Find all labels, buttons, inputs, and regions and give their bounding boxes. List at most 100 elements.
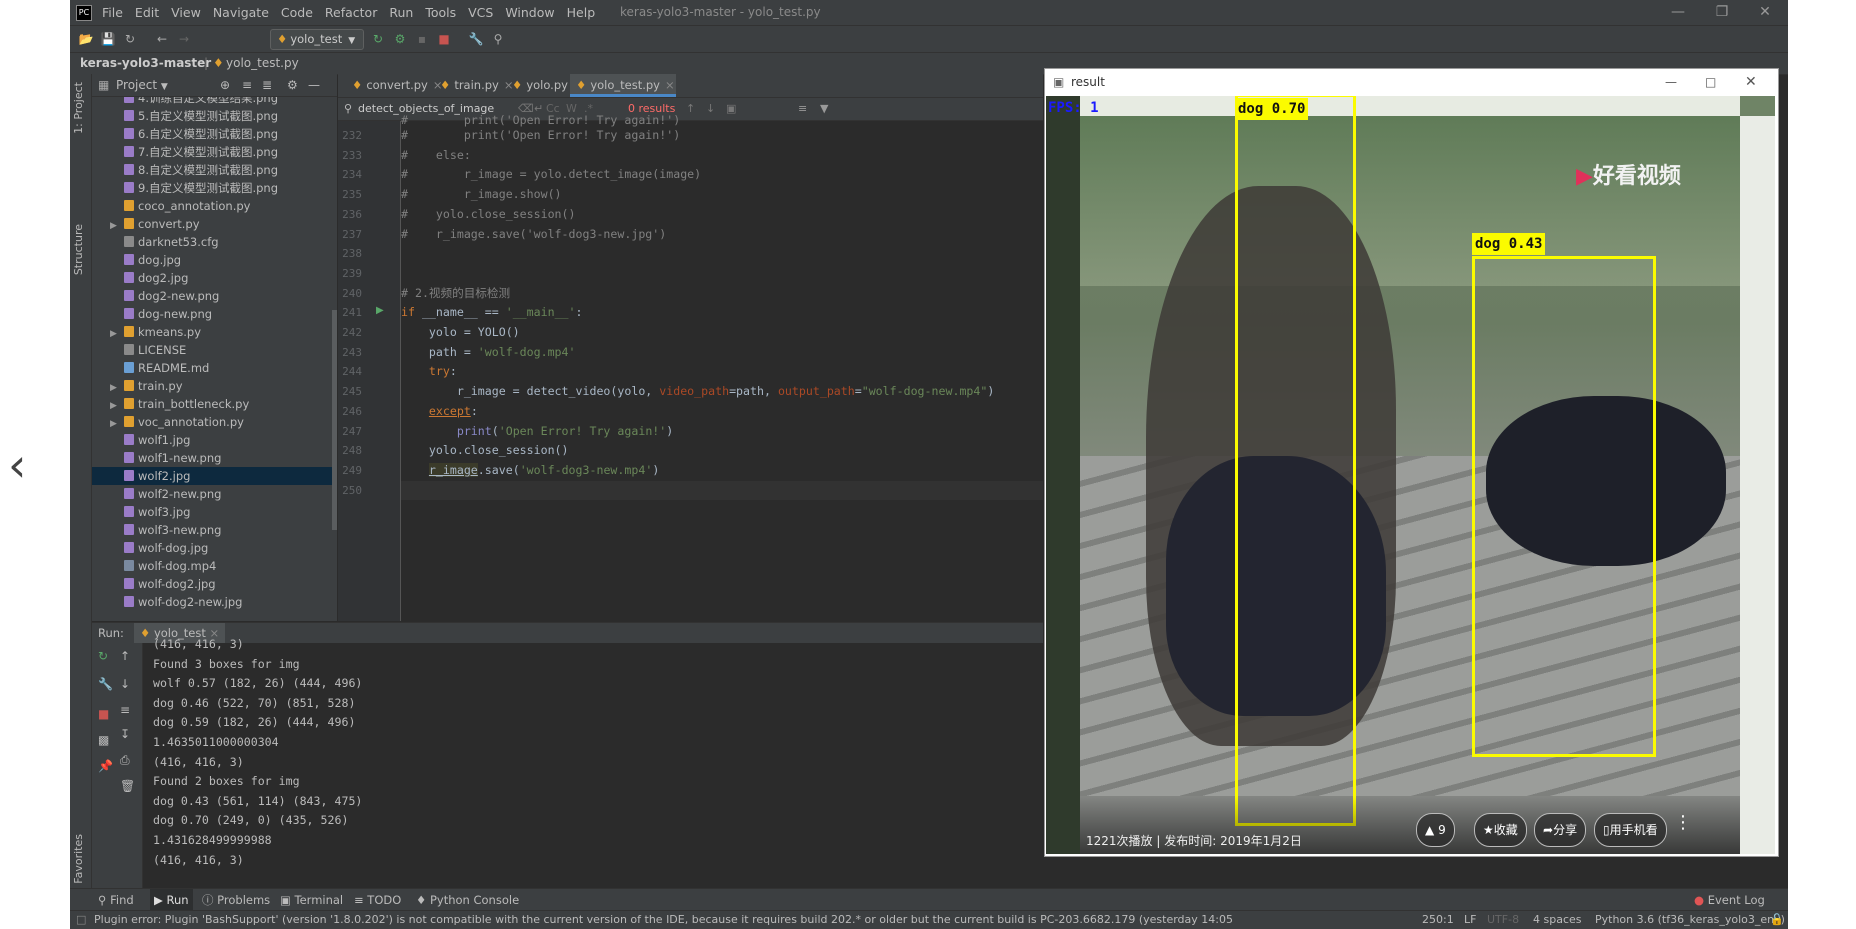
tree-item[interactable]: 9.自定义模型测试截图.png: [92, 179, 337, 197]
run-config-select[interactable]: ♦ yolo_test ▼: [270, 29, 364, 50]
code-editor[interactable]: # print('Open Error! Try again!') # prin…: [401, 113, 1043, 621]
menu-navigate[interactable]: Navigate: [207, 0, 275, 25]
tree-item[interactable]: wolf3-new.png: [92, 521, 337, 539]
filter-icon[interactable]: ▼: [820, 98, 828, 120]
tree-item[interactable]: dog2.jpg: [92, 269, 337, 287]
maximize-icon[interactable]: □: [1705, 69, 1716, 95]
hide-icon[interactable]: —: [308, 74, 320, 96]
tree-item[interactable]: wolf-dog.mp4: [92, 557, 337, 575]
file-encoding[interactable]: UTF-8: [1487, 911, 1519, 929]
up-icon[interactable]: ↑: [120, 649, 130, 663]
interpreter[interactable]: Python 3.6 (tf36_keras_yolo3_env): [1595, 911, 1785, 929]
gear-icon[interactable]: ⚙: [287, 74, 298, 96]
menu-tools[interactable]: Tools: [419, 0, 462, 25]
tree-item[interactable]: dog.jpg: [92, 251, 337, 269]
tree-item[interactable]: ▶ train.py: [92, 377, 337, 395]
wrench-icon[interactable]: 🔧: [468, 31, 484, 47]
tree-item[interactable]: LICENSE: [92, 341, 337, 359]
tree-item[interactable]: 7.自定义模型测试截图.png: [92, 143, 337, 161]
project-tool-tab[interactable]: 1: Project: [72, 82, 85, 134]
menu-run[interactable]: Run: [383, 0, 419, 25]
collapse-all-icon[interactable]: ≣: [262, 74, 272, 96]
tree-item[interactable]: 4.训练自定义模型结果.png: [92, 97, 337, 107]
structure-tool-tab[interactable]: Structure: [72, 224, 85, 275]
restore-icon[interactable]: ❐: [1702, 0, 1742, 25]
forward-icon[interactable]: →: [176, 31, 192, 47]
tree-item[interactable]: ▶ convert.py: [92, 215, 337, 233]
tree-item[interactable]: 6.自定义模型测试截图.png: [92, 125, 337, 143]
pin-icon[interactable]: 📌: [98, 759, 113, 773]
tree-item[interactable]: 8.自定义模型测试截图.png: [92, 161, 337, 179]
tree-item[interactable]: ▶ voc_annotation.py: [92, 413, 337, 431]
project-scrollbar[interactable]: [332, 310, 337, 530]
menu-window[interactable]: Window: [499, 0, 560, 25]
prev-occurrence-icon[interactable]: ↑: [686, 98, 695, 120]
minimize-icon[interactable]: —: [1665, 69, 1677, 95]
menu-refactor[interactable]: Refactor: [319, 0, 383, 25]
expand-all-icon[interactable]: ≡: [242, 74, 252, 96]
rerun-icon[interactable]: ↻: [370, 31, 386, 47]
tree-item[interactable]: wolf1.jpg: [92, 431, 337, 449]
down-icon[interactable]: ↓: [120, 677, 130, 691]
run-tool-button[interactable]: ▶ Run: [150, 889, 193, 911]
menu-help[interactable]: Help: [561, 0, 602, 25]
menu-edit[interactable]: Edit: [129, 0, 165, 25]
open-folder-icon[interactable]: 📂: [78, 31, 94, 47]
run-console[interactable]: (416, 416, 3) Found 3 boxes for img wolf 0…: [143, 637, 1043, 888]
previous-arrow-icon[interactable]: ‹: [8, 440, 38, 490]
back-icon[interactable]: ←: [154, 31, 170, 47]
status-toggle-icon[interactable]: □: [76, 911, 86, 929]
tab-yolo-py[interactable]: ♦yolo.py×: [506, 74, 583, 97]
layout-icon[interactable]: ▩: [98, 733, 109, 747]
next-occurrence-icon[interactable]: ↓: [706, 98, 715, 120]
indent-setting[interactable]: 4 spaces: [1533, 911, 1582, 929]
tree-item[interactable]: wolf-dog2.jpg: [92, 575, 337, 593]
filter-options-icon[interactable]: ≡: [798, 98, 807, 120]
menu-code[interactable]: Code: [275, 0, 319, 25]
tree-item[interactable]: darknet53.cfg: [92, 233, 337, 251]
run-gutter-icon[interactable]: ▶: [376, 305, 384, 316]
tree-item[interactable]: wolf1-new.png: [92, 449, 337, 467]
tree-item[interactable]: dog2-new.png: [92, 287, 337, 305]
trash-icon[interactable]: 🗑: [120, 779, 135, 793]
wrench-icon[interactable]: 🔧: [98, 677, 113, 691]
todo-tool-button[interactable]: ≡ TODO: [354, 889, 401, 911]
breadcrumb-file[interactable]: yolo_test.py: [226, 53, 299, 74]
status-message[interactable]: Plugin error: Plugin 'BashSupport' (vers…: [94, 911, 1234, 929]
menu-file[interactable]: File: [96, 0, 129, 25]
project-view-select[interactable]: Project ▼: [116, 74, 168, 98]
line-separator[interactable]: LF: [1464, 911, 1476, 929]
soft-wrap-icon[interactable]: ≡: [120, 703, 130, 717]
menu-vcs[interactable]: VCS: [462, 0, 499, 25]
terminal-tool-button[interactable]: ▣ Terminal: [280, 889, 343, 911]
menu-view[interactable]: View: [165, 0, 207, 25]
tree-item[interactable]: wolf2-new.png: [92, 485, 337, 503]
tree-item[interactable]: wolf2.jpg: [92, 467, 337, 485]
stop-icon[interactable]: ■: [98, 707, 109, 721]
caret-position[interactable]: 250:1: [1422, 911, 1454, 929]
close-tab-icon[interactable]: ×: [665, 78, 675, 92]
coverage-icon[interactable]: ▪: [414, 31, 430, 47]
tab-train-py[interactable]: ♦ train.py ×: [434, 74, 513, 97]
tree-item[interactable]: 5.自定义模型测试截图.png: [92, 107, 337, 125]
print-icon[interactable]: ⎙: [120, 753, 130, 768]
tree-item[interactable]: wolf3.jpg: [92, 503, 337, 521]
tree-item[interactable]: README.md: [92, 359, 337, 377]
tab-yolo_test-py[interactable]: ♦ yolo_test.py ×: [570, 74, 676, 97]
tree-item[interactable]: wolf-dog2-new.jpg: [92, 593, 337, 611]
tree-item[interactable]: dog-new.png: [92, 305, 337, 323]
close-icon[interactable]: ✕: [1745, 69, 1757, 95]
tree-item[interactable]: coco_annotation.py: [92, 197, 337, 215]
rerun-icon[interactable]: ↻: [98, 649, 108, 663]
python-console-tool-button[interactable]: ♦ Python Console: [416, 889, 519, 911]
tree-item[interactable]: ▶ kmeans.py: [92, 323, 337, 341]
close-icon[interactable]: ✕: [1745, 0, 1785, 25]
save-icon[interactable]: 💾: [100, 31, 116, 47]
minimize-icon[interactable]: —: [1658, 0, 1698, 25]
stop-icon[interactable]: ■: [436, 31, 452, 47]
find-tool-button[interactable]: ⚲ Find: [98, 889, 134, 911]
search-icon[interactable]: ⚲: [490, 31, 506, 47]
event-log-button[interactable]: ● Event Log: [1694, 889, 1765, 911]
tree-item[interactable]: ▶ train_bottleneck.py: [92, 395, 337, 413]
scroll-to-end-icon[interactable]: ↧: [120, 727, 130, 741]
